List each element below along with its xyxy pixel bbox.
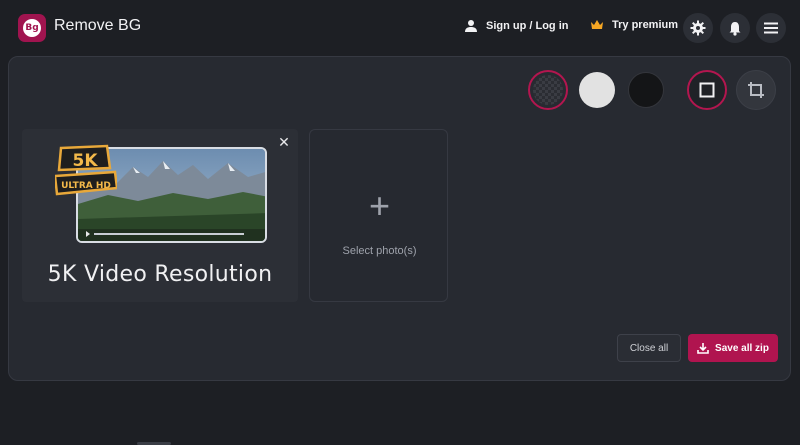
top-bar: Bg Remove BG Sign up / Log in Try premiu… <box>0 0 800 56</box>
plus-icon: + <box>368 185 391 226</box>
notifications-button[interactable] <box>720 13 750 43</box>
thumbnail-caption: 5K Video Resolution <box>47 262 273 287</box>
save-all-zip-label: Save all zip <box>715 342 769 354</box>
crown-icon <box>591 20 603 29</box>
remove-image-close-icon[interactable]: ✕ <box>277 135 291 149</box>
signup-login-link[interactable]: Sign up / Log in <box>464 19 568 33</box>
app-title: Remove BG <box>54 17 142 34</box>
white-fill <box>579 72 615 108</box>
bell-icon <box>729 21 741 36</box>
gear-icon <box>690 20 706 36</box>
bg-transparent-swatch[interactable] <box>528 70 568 110</box>
transparent-checker-icon <box>533 75 563 105</box>
select-photos-card[interactable]: + Select photo(s) <box>309 129 448 302</box>
ultra-hd-badge: 5K ULTRA HD <box>55 144 117 196</box>
black-fill <box>628 72 664 108</box>
select-photos-label: Select photo(s) <box>342 245 417 257</box>
bg-white-swatch[interactable] <box>577 70 617 110</box>
try-premium-link[interactable]: Try premium <box>590 19 678 31</box>
crop-tool-button[interactable] <box>736 70 776 110</box>
crop-icon <box>748 82 764 98</box>
badge-5k-text: 5K <box>72 151 98 171</box>
resize-tool-button[interactable] <box>687 70 727 110</box>
badge-ultrahd-text: ULTRA HD <box>61 181 111 191</box>
menu-icon <box>764 22 778 34</box>
bg-black-swatch[interactable] <box>626 70 666 110</box>
save-all-zip-button[interactable]: Save all zip <box>688 334 778 362</box>
try-premium-label: Try premium <box>612 19 679 31</box>
download-icon <box>697 343 709 354</box>
close-all-button[interactable]: Close all <box>617 334 681 362</box>
settings-button[interactable] <box>683 13 713 43</box>
menu-button[interactable] <box>756 13 786 43</box>
user-icon <box>465 20 477 32</box>
signup-login-label: Sign up / Log in <box>486 20 569 32</box>
resize-icon <box>699 82 715 98</box>
logo-mark: Bg <box>23 19 41 37</box>
app-logo[interactable]: Bg <box>18 14 46 42</box>
